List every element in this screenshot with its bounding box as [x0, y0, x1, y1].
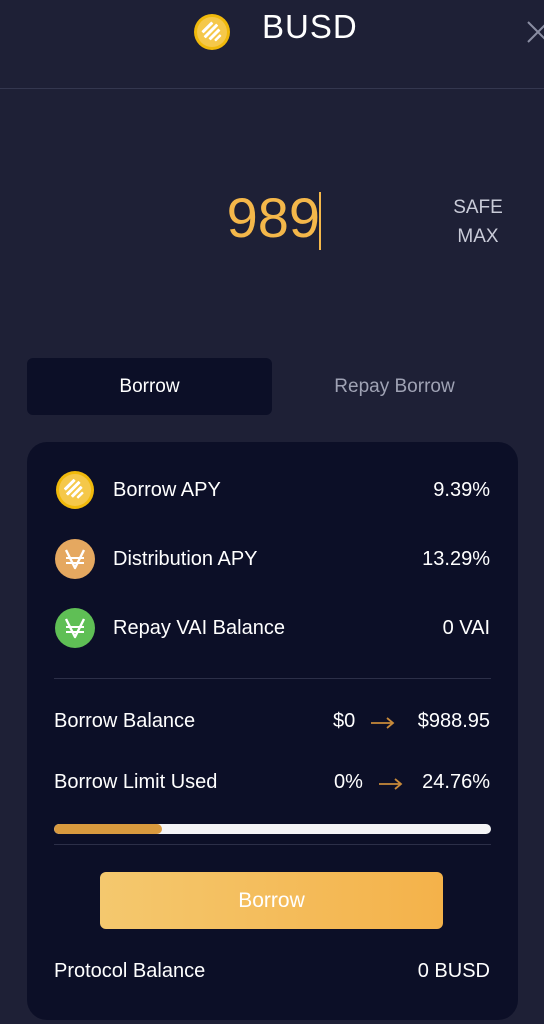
close-icon[interactable]: [524, 18, 544, 46]
protocol-balance-value: 0 BUSD: [417, 960, 490, 982]
arrow-right-icon: [371, 717, 395, 729]
busd-icon: [194, 14, 230, 50]
amount-input[interactable]: [160, 180, 320, 254]
vai-icon: [55, 608, 95, 648]
amount-section: SAFE MAX: [0, 180, 544, 260]
text-caret: [319, 192, 321, 250]
page-title: BUSD: [262, 8, 358, 45]
stat-row-repay-vai-balance: Repay VAI Balance 0 VAI: [27, 607, 518, 651]
divider: [54, 678, 491, 679]
safe-max-label-line1: SAFE: [453, 197, 503, 218]
tab-borrow[interactable]: Borrow: [27, 358, 272, 415]
stat-value: 9.39%: [433, 479, 490, 501]
stat-row-borrow-apy: Borrow APY 9.39%: [27, 469, 518, 513]
borrow-limit-current: 0%: [334, 771, 363, 793]
borrow-button[interactable]: Borrow: [100, 872, 443, 929]
stat-label: Repay VAI Balance: [113, 617, 285, 639]
borrow-balance-new: $988.95: [417, 710, 490, 732]
borrow-modal: BUSD SAFE MAX Borrow Repay Borrow: [0, 0, 544, 1024]
modal-header: BUSD: [0, 0, 544, 89]
borrow-limit-new: 24.76%: [422, 771, 490, 793]
safe-max-label-line2: MAX: [457, 226, 499, 247]
borrow-limit-progress-bar: [54, 824, 491, 834]
stat-value: 13.29%: [422, 548, 490, 570]
arrow-right-icon: [379, 778, 403, 790]
stat-row-distribution-apy: Distribution APY 13.29%: [27, 538, 518, 582]
safe-max-button[interactable]: SAFE MAX: [436, 193, 520, 251]
tab-repay-borrow[interactable]: Repay Borrow: [272, 358, 517, 415]
stat-label: Distribution APY: [113, 548, 258, 570]
tab-repay-borrow-label: Repay Borrow: [334, 375, 455, 397]
borrow-limit-label: Borrow Limit Used: [54, 771, 218, 793]
borrow-balance-current: $0: [333, 710, 356, 732]
borrow-balance-label: Borrow Balance: [54, 710, 196, 732]
stat-label: Borrow APY: [113, 479, 221, 501]
protocol-balance-label: Protocol Balance: [54, 960, 206, 982]
divider: [54, 844, 491, 845]
stat-value: 0 VAI: [442, 617, 490, 639]
borrow-details-card: Borrow APY 9.39% Distribution APY 13.29%…: [27, 442, 518, 1020]
venus-distribution-icon: [55, 539, 95, 579]
busd-icon: [56, 471, 94, 509]
borrow-limit-progress-fill: [54, 824, 163, 834]
tab-borrow-label: Borrow: [119, 375, 180, 397]
